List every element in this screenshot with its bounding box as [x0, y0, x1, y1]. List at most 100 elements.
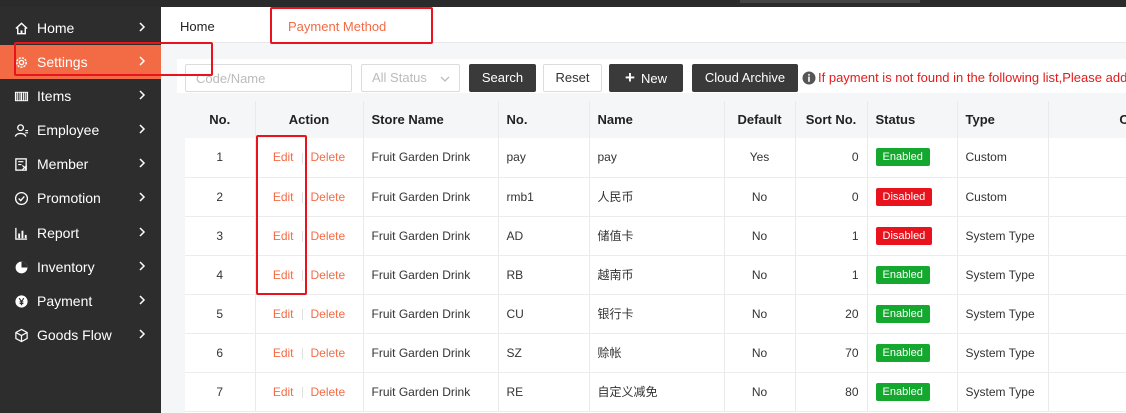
sidebar-item-label: Payment: [37, 293, 93, 309]
edit-link[interactable]: Edit: [273, 229, 294, 243]
info-icon: [802, 71, 816, 85]
sidebar-item-member[interactable]: Member: [0, 147, 161, 181]
status-badge: Enabled: [875, 148, 930, 167]
sidebar-item-label: Home: [37, 20, 75, 36]
delete-link[interactable]: Delete: [311, 150, 346, 164]
edit-link[interactable]: Edit: [273, 307, 294, 321]
delete-link[interactable]: Delete: [311, 229, 346, 243]
gear-icon: [13, 54, 29, 70]
sidebar-item-payment[interactable]: Payment: [0, 284, 161, 318]
default-cell: Yes: [724, 138, 796, 178]
sidebar-item-home[interactable]: Home: [0, 11, 161, 45]
type-cell: System Type: [957, 294, 1049, 334]
member-card-icon: [13, 156, 29, 172]
column-header: No.: [498, 101, 590, 138]
default-cell: No: [724, 372, 796, 412]
status-cell: Enabled: [867, 255, 958, 295]
divider: [301, 152, 303, 164]
top-strip-segment: [740, 0, 920, 3]
pie-icon: [13, 259, 29, 275]
status-cell: Disabled: [867, 216, 958, 256]
chevron-right-icon: [139, 295, 146, 305]
divider: [301, 347, 303, 359]
type-cell: System Type: [957, 372, 1049, 412]
delete-link[interactable]: Delete: [311, 385, 346, 399]
plus-icon: +: [625, 68, 635, 87]
divider: [301, 269, 303, 281]
name-cell: 银行卡: [589, 294, 725, 334]
sidebar-item-employee[interactable]: Employee: [0, 113, 161, 147]
chart-icon: [13, 225, 29, 241]
delete-link[interactable]: Delete: [311, 190, 346, 204]
top-strip: [0, 0, 1126, 7]
edit-link[interactable]: Edit: [273, 150, 294, 164]
home-icon: [13, 20, 29, 36]
cube-icon: [13, 327, 29, 343]
delete-link[interactable]: Delete: [311, 346, 346, 360]
employee-icon: [13, 122, 29, 138]
table-row: 6 Edit Delete Fruit Garden Drink SZ 赊帐 No 70 Ena…: [185, 333, 1126, 373]
chevron-right-icon: [139, 22, 146, 32]
filter-toolbar: All Status Search Reset + New Cloud Archi…: [177, 59, 1126, 93]
table-row: 5 Edit Delete Fruit Garden Drink CU 银行卡 No 20 En…: [185, 294, 1126, 334]
column-header: Status: [867, 101, 958, 138]
column-header: Default: [724, 101, 796, 138]
status-badge: Disabled: [875, 187, 933, 206]
sidebar-item-settings[interactable]: Settings: [0, 45, 161, 79]
tab-home[interactable]: Home: [180, 7, 215, 43]
name-cell: 人民币: [589, 177, 725, 217]
name-cell: 自定义减免: [589, 372, 725, 412]
sort-no-cell: 20: [795, 294, 868, 334]
edit-link[interactable]: Edit: [273, 385, 294, 399]
sidebar-item-label: Items: [37, 88, 72, 104]
status-cell: Enabled: [867, 333, 958, 373]
status-select[interactable]: All Status: [361, 64, 460, 92]
row-actions: Edit Delete: [255, 138, 364, 178]
table-row: 1 Edit Delete Fruit Garden Drink pay pay Yes 0 E…: [185, 138, 1126, 178]
name-cell: pay: [589, 138, 725, 178]
sidebar-item-items[interactable]: Items: [0, 79, 161, 113]
default-cell: No: [724, 255, 796, 295]
sidebar-item-label: Employee: [37, 122, 100, 138]
sort-no-cell: 0: [795, 177, 868, 217]
tab-payment-method[interactable]: Payment Method: [288, 7, 386, 43]
store-name-cell: Fruit Garden Drink: [363, 177, 499, 217]
sidebar-item-goods-flow[interactable]: Goods Flow: [0, 318, 161, 352]
reset-button[interactable]: Reset: [543, 64, 602, 92]
edit-link[interactable]: Edit: [273, 190, 294, 204]
search-button[interactable]: Search: [469, 64, 536, 92]
chevron-right-icon: [139, 158, 146, 168]
cloud-archive-button[interactable]: Cloud Archive: [692, 64, 798, 92]
edit-link[interactable]: Edit: [273, 346, 294, 360]
currency-cell: USD: [1048, 255, 1126, 295]
default-cell: No: [724, 333, 796, 373]
status-cell: Disabled: [867, 177, 958, 217]
row-number: 4: [185, 255, 256, 295]
chevron-right-icon: [139, 90, 146, 100]
status-badge: Enabled: [875, 304, 930, 323]
search-input[interactable]: [185, 64, 352, 92]
column-header: Action: [255, 101, 364, 138]
status-badge: Enabled: [875, 382, 930, 401]
divider: [301, 308, 303, 320]
sidebar-item-inventory[interactable]: Inventory: [0, 250, 161, 284]
sidebar-item-label: Settings: [37, 54, 88, 70]
payment-method-table: No. Action Store Name No. Name Default S…: [185, 101, 1126, 412]
default-cell: No: [724, 294, 796, 334]
new-button[interactable]: + New: [609, 64, 683, 92]
chevron-right-icon: [139, 261, 146, 271]
sidebar-item-promotion[interactable]: Promotion: [0, 181, 161, 215]
edit-link[interactable]: Edit: [273, 268, 294, 282]
sort-no-cell: 80: [795, 372, 868, 412]
row-actions: Edit Delete: [255, 294, 364, 334]
delete-link[interactable]: Delete: [311, 268, 346, 282]
currency-cell: CNY: [1048, 177, 1126, 217]
row-actions: Edit Delete: [255, 255, 364, 295]
row-number: 1: [185, 138, 256, 178]
delete-link[interactable]: Delete: [311, 307, 346, 321]
sidebar-item-report[interactable]: Report: [0, 216, 161, 250]
sort-no-cell: 1: [795, 255, 868, 295]
row-number: 5: [185, 294, 256, 334]
sidebar-item-label: Promotion: [37, 190, 101, 206]
barcode-icon: [13, 88, 29, 104]
